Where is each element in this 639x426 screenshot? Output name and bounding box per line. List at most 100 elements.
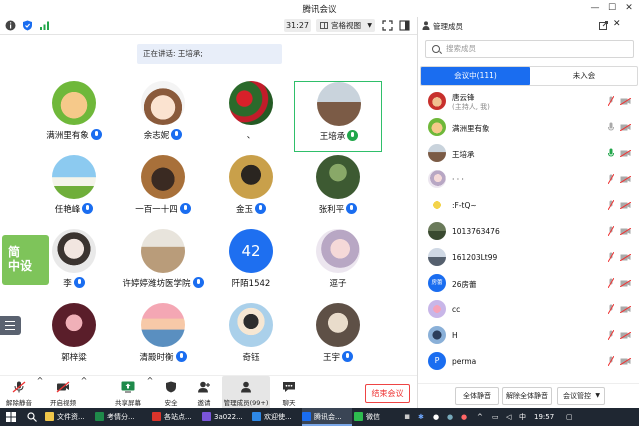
close-button[interactable]: ✕ (621, 1, 637, 15)
close-panel-icon[interactable]: ✕ (613, 19, 621, 29)
volume-icon[interactable]: ◁ (506, 408, 516, 426)
camera-off-icon[interactable] (620, 332, 631, 339)
microphone-muted-icon[interactable] (608, 252, 614, 262)
signal-icon[interactable] (39, 20, 50, 31)
microphone-speaking-icon[interactable] (608, 148, 614, 158)
microphone-muted-icon[interactable] (608, 96, 614, 106)
sidebar-toggle-icon[interactable] (399, 20, 410, 31)
manage-members-button[interactable]: 管理成员(99+) (222, 376, 270, 409)
share-screen-button[interactable]: 共享屏幕 (110, 376, 146, 409)
app-icon (152, 412, 161, 421)
camera-off-icon[interactable] (620, 150, 631, 157)
participant-tile[interactable]: 金玉 (207, 155, 295, 225)
tray-icon-app[interactable]: ● (461, 408, 470, 426)
taskbar-item-file-explorer[interactable]: 文件资... (45, 408, 93, 426)
camera-off-icon[interactable] (620, 124, 631, 131)
minimize-button[interactable]: — (587, 1, 603, 15)
participant-tile[interactable]: 许婷婷潍坊医学院 (119, 229, 207, 299)
invite-button[interactable]: 邀请 (191, 376, 217, 409)
microphone-muted-icon[interactable] (608, 330, 614, 340)
maximize-button[interactable]: ☐ (604, 1, 620, 15)
member-row[interactable]: 王培承 (418, 140, 639, 166)
tab-not-joined[interactable]: 未入会 (530, 67, 638, 85)
camera-off-icon[interactable] (620, 98, 631, 105)
microphone-muted-icon[interactable] (608, 226, 614, 236)
member-row[interactable]: P perma (418, 348, 639, 374)
ime-indicator[interactable]: 中 (519, 408, 529, 426)
member-row[interactable]: 房蕾 26房蕾 (418, 270, 639, 296)
participant-tile[interactable]: 郭梓粱 (30, 303, 118, 373)
search-icon[interactable] (27, 412, 37, 422)
participant-tile[interactable]: 、 (207, 81, 295, 151)
network-icon[interactable]: ▭ (492, 408, 502, 426)
mute-all-button[interactable]: 全体静音 (455, 387, 499, 405)
tray-expand-icon[interactable]: ^ (477, 408, 487, 426)
camera-off-icon[interactable] (620, 358, 631, 365)
notification-icon[interactable]: ▢ (566, 408, 576, 426)
clock[interactable]: 19:57 (534, 408, 556, 426)
member-row[interactable]: 满洲里有象 (418, 114, 639, 140)
info-icon[interactable] (5, 20, 16, 31)
tray-icon-bluetooth[interactable]: ✱ (418, 408, 427, 426)
windows-start-icon[interactable] (6, 412, 16, 422)
microphone-icon (346, 203, 358, 214)
end-meeting-button[interactable]: 结束会议 (365, 384, 410, 403)
member-row[interactable]: · · · (418, 166, 639, 192)
taskbar-item-tencent-meeting[interactable]: 腾讯会... (302, 408, 352, 426)
participant-tile[interactable]: 满洲里有象 (30, 81, 118, 151)
unmute-all-button[interactable]: 解除全体静音 (502, 387, 552, 405)
camera-off-icon[interactable] (620, 176, 631, 183)
chat-button[interactable]: 聊天 (276, 376, 302, 409)
microphone-muted-icon[interactable] (608, 174, 614, 184)
taskbar-item-wechat[interactable]: 微信 (354, 408, 394, 426)
camera-off-icon[interactable] (620, 280, 631, 287)
meeting-control-dropdown[interactable]: 会议管控 ▼ (557, 387, 605, 405)
participant-tile[interactable]: 逗子 (294, 229, 382, 299)
member-row[interactable]: cc (418, 296, 639, 322)
tray-icon-wechat[interactable]: ● (433, 408, 442, 426)
shield-icon[interactable] (22, 20, 33, 31)
taskbar-item-browser[interactable]: 欢迎使... (252, 408, 300, 426)
participant-tile[interactable]: 余志妮 (119, 81, 207, 151)
video-options-chevron-icon[interactable]: ^ (80, 376, 88, 409)
member-row[interactable]: 161203Lt99 (418, 244, 639, 270)
member-row[interactable]: 唐云锋 (主持人, 我) (418, 88, 639, 114)
floating-video-thumbnail[interactable]: 简中设 (2, 235, 49, 285)
camera-off-icon[interactable] (620, 228, 631, 235)
microphone-icon[interactable] (608, 122, 614, 132)
participant-tile-active-speaker[interactable]: 王培承 (294, 81, 382, 152)
security-button[interactable]: 安全 (158, 376, 184, 409)
participant-tile[interactable]: 任艳峰 (30, 155, 118, 225)
start-video-button[interactable]: 开启视频 (46, 376, 80, 409)
microphone-muted-icon[interactable] (608, 356, 614, 366)
participant-tile[interactable]: 清殿时衡 (119, 303, 207, 373)
participant-tile[interactable]: 42 阡陌1542 (207, 229, 295, 299)
popout-icon[interactable] (599, 21, 608, 30)
participant-tile[interactable]: 张利平 (294, 155, 382, 225)
participant-tile[interactable]: 一百一十四 (119, 155, 207, 225)
participant-tile[interactable]: 奇钰 (207, 303, 295, 373)
member-row[interactable]: H (418, 322, 639, 348)
unmute-button[interactable]: 解除静音 (2, 376, 36, 409)
camera-off-icon[interactable] (620, 254, 631, 261)
tab-in-meeting[interactable]: 会议中(111) (421, 67, 530, 85)
member-row[interactable]: 1013763476 (418, 218, 639, 244)
microphone-muted-icon[interactable] (608, 200, 614, 210)
taskbar-item-app[interactable]: 各站点... (152, 408, 200, 426)
microphone-muted-icon[interactable] (608, 304, 614, 314)
taskbar-item-file[interactable]: 3a022... (202, 408, 250, 426)
mic-options-chevron-icon[interactable]: ^ (36, 376, 44, 409)
participant-list-toggle[interactable] (0, 316, 21, 335)
member-row[interactable]: :F-tQ~ (418, 192, 639, 218)
fullscreen-icon[interactable] (382, 20, 393, 31)
taskbar-item-excel[interactable]: 考情分... (95, 408, 150, 426)
camera-off-icon[interactable] (620, 202, 631, 209)
microphone-muted-icon[interactable] (608, 278, 614, 288)
participant-tile[interactable]: 王宇 (294, 303, 382, 373)
tray-icon-red[interactable]: ▪ (404, 408, 413, 426)
tray-icon-meeting[interactable]: ● (447, 408, 456, 426)
view-mode-dropdown[interactable]: 宫格视图 ▼ (316, 19, 375, 32)
member-search-input[interactable]: 搜索成员 (425, 40, 634, 58)
camera-off-icon[interactable] (620, 306, 631, 313)
share-options-chevron-icon[interactable]: ^ (146, 376, 154, 409)
